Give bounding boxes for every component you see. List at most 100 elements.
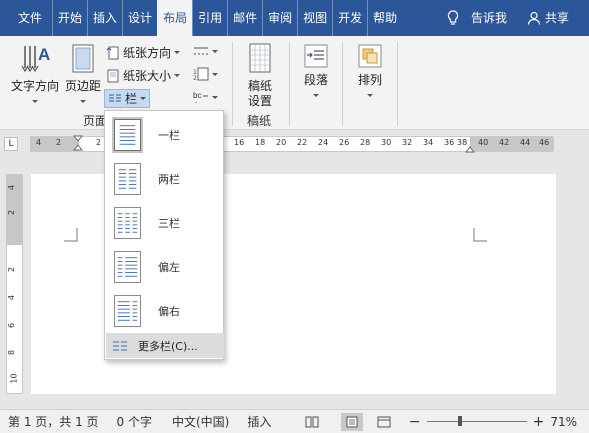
read-mode-button[interactable] [301,413,323,431]
lightbulb-icon [447,10,459,25]
share-label: 共享 [544,11,569,25]
columns-option-right[interactable]: 偏右 [105,289,223,333]
hyphenation-icon: bc- [193,91,208,104]
paragraph-button[interactable]: 段落 [294,42,338,102]
more-columns-item[interactable]: 更多栏(C)... [106,333,224,358]
zoom-out-button[interactable]: − [409,414,421,430]
chevron-down-icon [212,72,218,76]
ruler-tick: 30 [381,138,392,147]
manuscript-settings-button[interactable]: 稿纸设置 [238,42,282,109]
tab-design[interactable]: 设计 [122,0,157,36]
columns-option-label: 两栏 [158,173,180,186]
two-columns-icon [114,163,141,195]
zoom-slider-thumb[interactable] [458,416,463,426]
columns-option-one[interactable]: 一栏 [105,113,223,157]
ruler-tick: 10 [9,373,19,384]
page-count[interactable]: 第 1 页，共 1 页 [8,413,99,430]
ruler-tick: 44 [520,138,531,147]
chevron-down-icon [212,49,218,53]
columns-option-three[interactable]: 三栏 [105,201,223,245]
zoom-in-button[interactable]: + [533,414,545,430]
columns-icon [109,94,121,101]
text-direction-icon: A [21,45,50,73]
orientation-label: 纸张方向 [123,46,172,60]
tab-insert[interactable]: 插入 [87,0,122,36]
hyphenation-button[interactable]: bc - [193,90,218,104]
page-size-button[interactable]: 纸张大小 [106,67,181,84]
chevron-down-icon [140,97,147,100]
group-divider [397,42,398,126]
chevron-down-icon [313,94,319,97]
chevron-down-icon [212,95,218,99]
line-numbers-icon: 12 [193,67,209,81]
indent-marker[interactable] [73,135,83,151]
tab-home[interactable]: 开始 [52,0,87,36]
columns-option-label: 偏左 [158,261,180,274]
columns-option-two[interactable]: 两栏 [105,157,223,201]
breaks-button[interactable] [193,44,218,58]
tab-mailings[interactable]: 邮件 [227,0,262,36]
page-size-icon [107,69,119,82]
svg-text:2: 2 [193,75,197,81]
ruler-tick: 42 [499,138,510,147]
tab-developer[interactable]: 开发 [332,0,367,36]
web-layout-button[interactable] [373,413,395,431]
chevron-down-icon [80,100,86,103]
svg-text:-: - [195,99,197,104]
tab-help[interactable]: 帮助 [367,0,402,36]
ruler-tick: 32 [402,138,413,147]
zoom-slider[interactable] [426,416,527,426]
columns-button[interactable]: 栏 [104,89,151,108]
right-indent-marker[interactable] [465,143,475,153]
language-indicator[interactable]: 中文(中国) [172,413,229,430]
manuscript-group-label: 稿纸 [247,114,272,128]
chevron-down-icon [174,51,181,54]
text-direction-button[interactable]: A 文字方向 [8,42,62,108]
tab-file[interactable]: 文件 [0,0,52,36]
vertical-ruler[interactable]: 4 2 2 4 6 8 10 [6,174,23,394]
ruler-tick: 6 [7,322,17,329]
right-column-icon [114,295,141,327]
tab-references[interactable]: 引用 [192,0,227,36]
columns-icon [113,341,127,350]
arrange-icon [358,44,382,68]
page-icon [346,416,358,427]
print-layout-button[interactable] [340,412,363,431]
ruler-tick: 26 [339,138,350,147]
ruler-tick: 28 [360,138,371,147]
orientation-button[interactable]: 纸张方向 [106,44,181,61]
tell-me-button[interactable]: 告诉我 [435,0,521,36]
insert-mode-indicator[interactable]: 插入 [247,413,271,430]
line-numbers-button[interactable]: 12 [193,67,218,81]
tab-layout[interactable]: 布局 [157,0,193,36]
margins-button[interactable]: 页边距 [64,42,102,108]
tab-selector[interactable]: L [4,137,18,151]
tell-me-label: 告诉我 [470,11,507,25]
ribbon-tab-bar: 文件 开始 插入 设计 布局 引用 邮件 审阅 视图 开发 帮助 告诉我 共享 [0,0,589,36]
more-columns-label: 更多栏(C)... [138,339,198,353]
group-divider [232,42,233,126]
margins-label: 页边距 [64,79,101,93]
ruler-tick: 2 [7,209,17,216]
paragraph-label: 段落 [303,73,328,87]
word-count[interactable]: 0 个字 [117,413,152,430]
columns-option-left[interactable]: 偏左 [105,245,223,289]
tab-review[interactable]: 审阅 [262,0,297,36]
columns-option-label: 一栏 [158,129,180,142]
breaks-icon [194,47,208,55]
user-icon [527,11,541,25]
tab-view[interactable]: 视图 [297,0,332,36]
one-column-icon [114,119,141,151]
ruler-tick: 8 [7,349,17,356]
ruler-tick: 18 [255,138,266,147]
status-bar: 第 1 页，共 1 页 0 个字 中文(中国) 插入 − + 71% [0,409,589,433]
zoom-level[interactable]: 71% [550,415,577,429]
crop-mark-top-left [64,228,78,242]
web-page-icon [377,416,391,427]
three-columns-icon [114,207,141,239]
ribbon: A 文字方向 页边距 纸张方向 纸张大小 栏 12 bc - 页面 稿纸设置 稿… [0,36,589,130]
arrange-button[interactable]: 排列 [348,42,392,102]
columns-option-label: 偏右 [158,305,180,318]
svg-text:A: A [38,45,50,64]
share-button[interactable]: 共享 [521,0,589,36]
